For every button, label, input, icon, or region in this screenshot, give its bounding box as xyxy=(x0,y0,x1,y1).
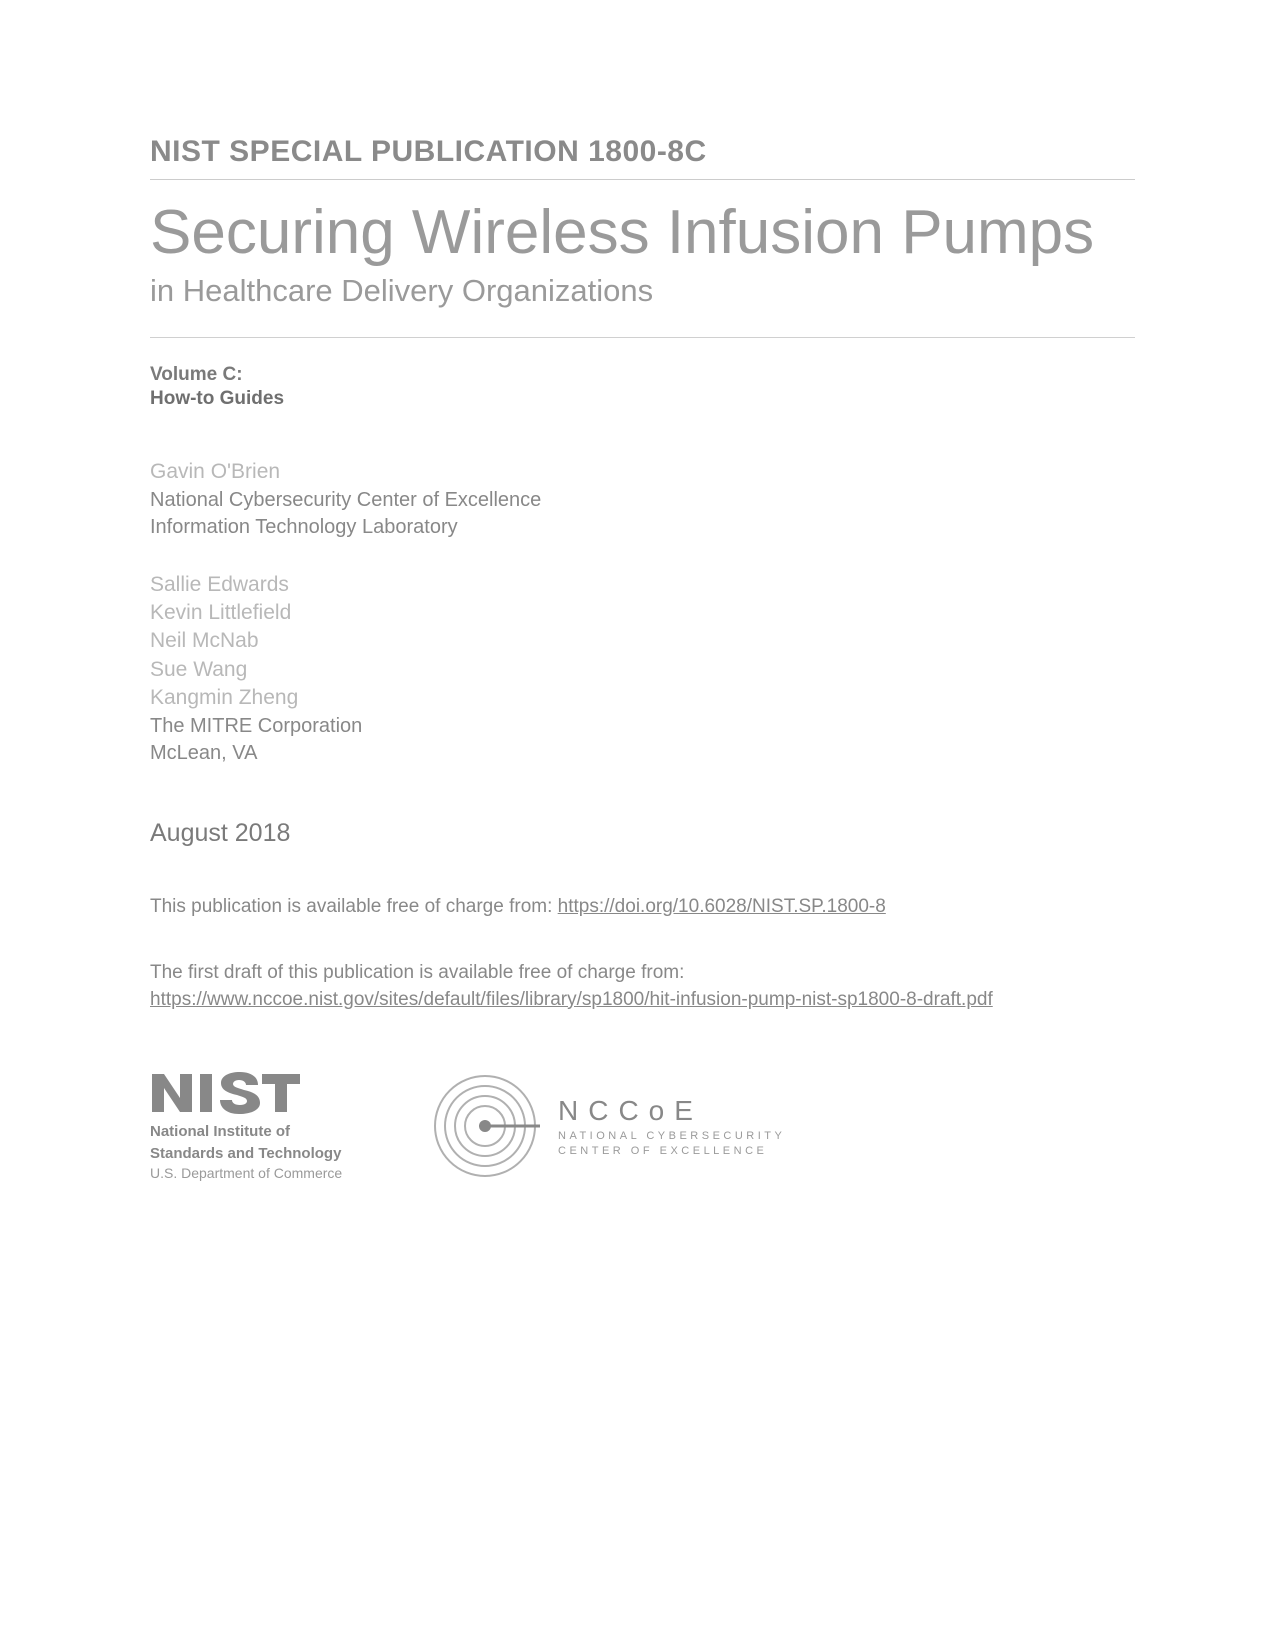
document-subtitle: in Healthcare Delivery Organizations xyxy=(150,273,1135,309)
author-name: Gavin O'Brien xyxy=(150,458,1135,486)
author-group: Sallie Edwards Kevin Littlefield Neil Mc… xyxy=(150,571,1135,767)
publication-id: NIST SPECIAL PUBLICATION 1800-8C xyxy=(150,135,1135,180)
affiliation-line: McLean, VA xyxy=(150,740,1135,767)
author-group: Gavin O'Brien National Cybersecurity Cen… xyxy=(150,458,1135,540)
nccoe-tagline-2: CENTER OF EXCELLENCE xyxy=(558,1145,785,1158)
affiliation-line: Information Technology Laboratory xyxy=(150,514,1135,541)
nccoe-spiral-icon xyxy=(430,1071,540,1181)
volume-label: Volume C: xyxy=(150,364,1135,386)
affiliation-line: The MITRE Corporation xyxy=(150,713,1135,740)
availability-statement: This publication is available free of ch… xyxy=(150,894,1135,921)
draft-link[interactable]: https://www.nccoe.nist.gov/sites/default… xyxy=(150,989,993,1010)
author-name: Kevin Littlefield xyxy=(150,599,1135,627)
affiliation-line: National Cybersecurity Center of Excelle… xyxy=(150,487,1135,514)
publication-date: August 2018 xyxy=(150,819,1135,848)
volume-name: How-to Guides xyxy=(150,388,1135,410)
nccoe-wordmark: NCCoE xyxy=(558,1094,785,1128)
logo-row: National Institute of Standards and Tech… xyxy=(150,1071,1135,1181)
nist-tagline-3: U.S. Department of Commerce xyxy=(150,1165,370,1181)
nist-tagline-2: Standards and Technology xyxy=(150,1145,370,1163)
author-name: Sallie Edwards xyxy=(150,571,1135,599)
nccoe-logo: NCCoE NATIONAL CYBERSECURITY CENTER OF E… xyxy=(430,1071,785,1181)
document-page: NIST SPECIAL PUBLICATION 1800-8C Securin… xyxy=(0,0,1275,1241)
nccoe-tagline-1: NATIONAL CYBERSECURITY xyxy=(558,1130,785,1143)
author-name: Sue Wang xyxy=(150,656,1135,684)
author-name: Kangmin Zheng xyxy=(150,684,1135,712)
draft-statement: The first draft of this publication is a… xyxy=(150,960,1135,1013)
draft-prefix: The first draft of this publication is a… xyxy=(150,962,684,983)
nist-logo: National Institute of Standards and Tech… xyxy=(150,1072,370,1181)
nccoe-text: NCCoE NATIONAL CYBERSECURITY CENTER OF E… xyxy=(558,1094,785,1158)
nist-tagline-1: National Institute of xyxy=(150,1123,370,1141)
divider xyxy=(150,337,1135,338)
document-title: Securing Wireless Infusion Pumps xyxy=(150,198,1135,267)
availability-prefix: This publication is available free of ch… xyxy=(150,896,558,917)
nist-wordmark-icon xyxy=(150,1072,300,1114)
doi-link[interactable]: https://doi.org/10.6028/NIST.SP.1800-8 xyxy=(558,896,886,917)
author-name: Neil McNab xyxy=(150,627,1135,655)
